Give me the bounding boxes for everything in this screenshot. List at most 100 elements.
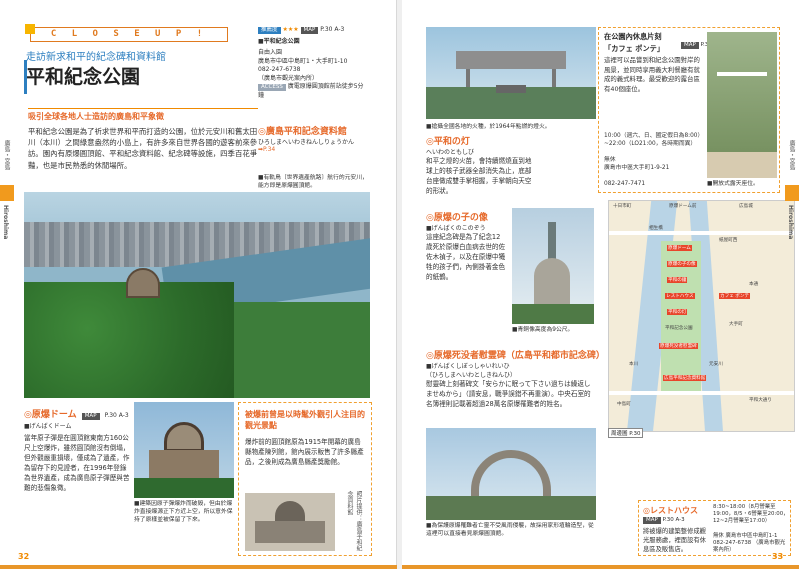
dome-body: 當年原子彈是在圓頂館東南方160公尺上空爆炸，雖然圓頂館沒有倒塌，但外觀嚴重損壞…: [24, 434, 130, 492]
statue-photo: [512, 208, 594, 324]
map-label: 大手町: [729, 322, 743, 327]
map-label: 元安川: [709, 362, 723, 367]
cafe-tel: 082-247-7471: [604, 181, 646, 187]
cenotaph-arch: [471, 450, 551, 500]
statue-block: ◎原爆の子の像 ■げんばくのこのぞう 這座紀念碑是為了紀念12歲死於原爆白血病去…: [426, 210, 506, 282]
museum-title: ◎廣島平和記念資料館: [258, 127, 347, 137]
flame-photo: [426, 27, 596, 119]
side-label: 廣島・宮島: [788, 140, 795, 170]
resthouse-map-label: MAP: [643, 517, 661, 524]
column-credit: 照片提供：廣島平和紀念資料館: [346, 491, 362, 551]
flame-body: 和平之燈的火苗，會持續燃燒直到地球上的核子武器全部消失為止，底部台座做成雙手掌相…: [426, 157, 532, 195]
cenotaph-caption: ■為保護原爆罹難者亡靈不受風雨侵襲，故採用家形埴輪造型，從這裡可以直接看見原爆圓…: [426, 523, 594, 537]
dome-map-ref: P.30 A-3: [104, 412, 129, 419]
cafe-body: 這裡可以品嘗到和紀念公園對岸的風景，並同時享用義大利餐廳有就成的義式料理。最受歡…: [604, 56, 700, 93]
info-box: 推薦度 ★★★ MAP P.30 A-3 ■平和紀念公園 自由入園 廣島市中區中…: [258, 26, 366, 128]
statue-title: ◎原爆の子の像: [426, 213, 488, 223]
info-tel: 082-247-6738: [258, 66, 301, 73]
cafe-map-label: MAP: [681, 42, 699, 49]
closeup-banner: C L O S E U P !: [25, 24, 228, 42]
page-number: 32: [18, 552, 30, 561]
cenotaph-title: ◎原爆死没者慰霊碑（広島平和都市記念碑）: [426, 351, 605, 361]
terrace-umbrella: [717, 72, 767, 76]
map-label: 紙屋町西: [719, 238, 738, 243]
access-label: ACCESS: [258, 84, 286, 91]
column-title: 被爆前曾是以時髦外觀引人注目的觀光景點: [245, 410, 365, 430]
resthouse-body: 將被爆的建築整修成觀光服務處，裡面設有休息區及販售店。: [643, 528, 706, 553]
park-trees: [234, 302, 370, 398]
cafe-photo: [707, 32, 777, 178]
cenotaph-photo: [426, 428, 596, 520]
map-label: 十日市町: [613, 204, 632, 209]
flame-base: [496, 85, 526, 93]
map-pin-cenotaph: 原爆死没者慰霊碑: [659, 343, 698, 349]
museum-map-link[interactable]: ➡P.34: [258, 146, 370, 153]
map-label: 平和大通り: [749, 398, 772, 403]
bottom-rule: [402, 565, 799, 569]
map-label: 原爆ドーム前: [669, 204, 697, 209]
museum-block: ◎廣島平和記念資料館 ひろしまへいわきねんしりょうかん ➡P.34: [258, 124, 370, 153]
resthouse-map-ref: P.30 A-3: [662, 517, 685, 523]
map-pin-museum: 広島平和記念資料館: [663, 375, 707, 381]
map-label: 平和記念公園: [665, 326, 693, 331]
info-address: 廣島市中區中島町1・大手町1-10: [258, 57, 348, 65]
trees: [24, 282, 234, 398]
dome-map-label: MAP: [81, 413, 100, 420]
map-label: 本川: [629, 362, 639, 367]
side-label-en: Hiroshima: [2, 205, 9, 240]
dome-walls: [149, 450, 219, 480]
map-label: 中島町: [617, 402, 631, 407]
title-accent-bar: [24, 60, 27, 94]
map-ref: P.30 A-3: [320, 26, 345, 33]
map-label: 本通: [749, 282, 759, 287]
flame-photo-caption: ■搶攝全國各地的火種，於1964年點燃的燈火。: [426, 124, 551, 130]
old-building: [255, 521, 325, 543]
flame-block: ◎平和の灯 へいわのともしび 和平之燈的火苗，會持續燃燒直到地球上的核子武器全部…: [426, 134, 534, 196]
area-map[interactable]: 十日市町 原爆ドーム前 広島城 紙屋町西 相生橋 本通 原爆ドーム 原爆の子の像…: [608, 200, 795, 432]
side-tab: [0, 185, 14, 201]
statue-ruby: ■げんばくのこのぞう: [426, 225, 486, 232]
resthouse-closed: 無休: [713, 533, 724, 539]
lead-heading: 吸引全球各地人士造訪的廣島和平象徵: [28, 112, 164, 121]
closeup-corner: [25, 24, 35, 34]
map-ref-label: 周邊圖 P.30: [608, 428, 644, 438]
right-page: ■搶攝全國各地的火種，於1964年點燃的燈火。 ◎平和の灯 へいわのともしび 和…: [402, 0, 799, 569]
resthouse-box: ◎レストハウス MAP P.30 A-3 將被爆的建築整修成觀光服務處，裡面設有…: [638, 500, 791, 556]
intro-text: 平和紀念公園是為了祈求世界和平而打造的公園，位於元安川和舊太田川（本川）之間綠意…: [28, 127, 258, 170]
map-label: 相生橋: [649, 226, 663, 231]
cafe-address: 廣島市中區大手町1-9-21: [604, 165, 670, 171]
page-number: 33: [772, 552, 784, 561]
statue-body: 這座紀念碑是為了紀念12歲死於原爆白血病去世的佐佐木禎子，以及在原爆中犧牲的孩子…: [426, 233, 506, 281]
flame-title: ◎平和の灯: [426, 137, 470, 147]
dome-greenery: [134, 478, 234, 498]
info-free: 自由入園: [258, 49, 283, 56]
resthouse-tel: 082-247-6738: [713, 540, 752, 547]
museum-ruby: ひろしまへいわきねんしりょうかん: [258, 139, 355, 146]
aerial-photo: [24, 192, 370, 398]
dome-photo: [126, 268, 160, 298]
dome-title: ◎原爆ドーム: [24, 410, 77, 420]
map-label: MAP: [300, 27, 319, 34]
resthouse-map: MAP P.30 A-3: [643, 517, 685, 524]
cafe-title: 在公園內休息片刻: [604, 32, 662, 41]
resthouse-hours: 8:30~18:00（8月營業至19:00，8/5・6營業至20:00，12~2…: [713, 504, 789, 525]
map-pin-cafe: カフェ ポンテ: [719, 293, 751, 299]
column-box: 被爆前曾是以時髦外觀引人注目的觀光景點 爆炸前的圓頂館原為1915年開幕的廣島縣…: [238, 402, 372, 556]
map-pin-statue: 原爆の子の像: [667, 261, 697, 267]
old-dome: [275, 501, 305, 523]
side-label: 廣島・宮島: [3, 140, 10, 170]
info-tel-note: （廣島市觀光案內所）: [258, 74, 319, 82]
page-subtitle: 走訪新求和平的紀念碑和資料館: [26, 52, 166, 63]
dome-block: ◎原爆ドーム MAP P.30 A-3 ■げんばくドーム 當年原子彈是在圓頂館東…: [24, 402, 132, 493]
map-pin-flame: 平和の灯: [667, 309, 688, 315]
map-pin-resthouse: レストハウス: [665, 293, 695, 299]
terrace-floor: [707, 152, 777, 178]
cafe-closed: 無休: [604, 157, 616, 163]
map-pin-bell: 平和の鐘: [667, 277, 688, 283]
bottom-rule: [0, 565, 397, 569]
cafe-hours: 10:00（週六、日、國定假日為8:00）~22:00（LO21:00，各時期而…: [604, 133, 704, 147]
cenotaph-ground: [426, 496, 596, 520]
map-label: 広島城: [739, 204, 753, 209]
cafe-box: 在公園內休息片刻 「カフェ ポンテ」 MAP P.30 A-3 這裡可以品嘗到和…: [598, 27, 780, 193]
page-title: 平和紀念公園: [26, 66, 141, 88]
